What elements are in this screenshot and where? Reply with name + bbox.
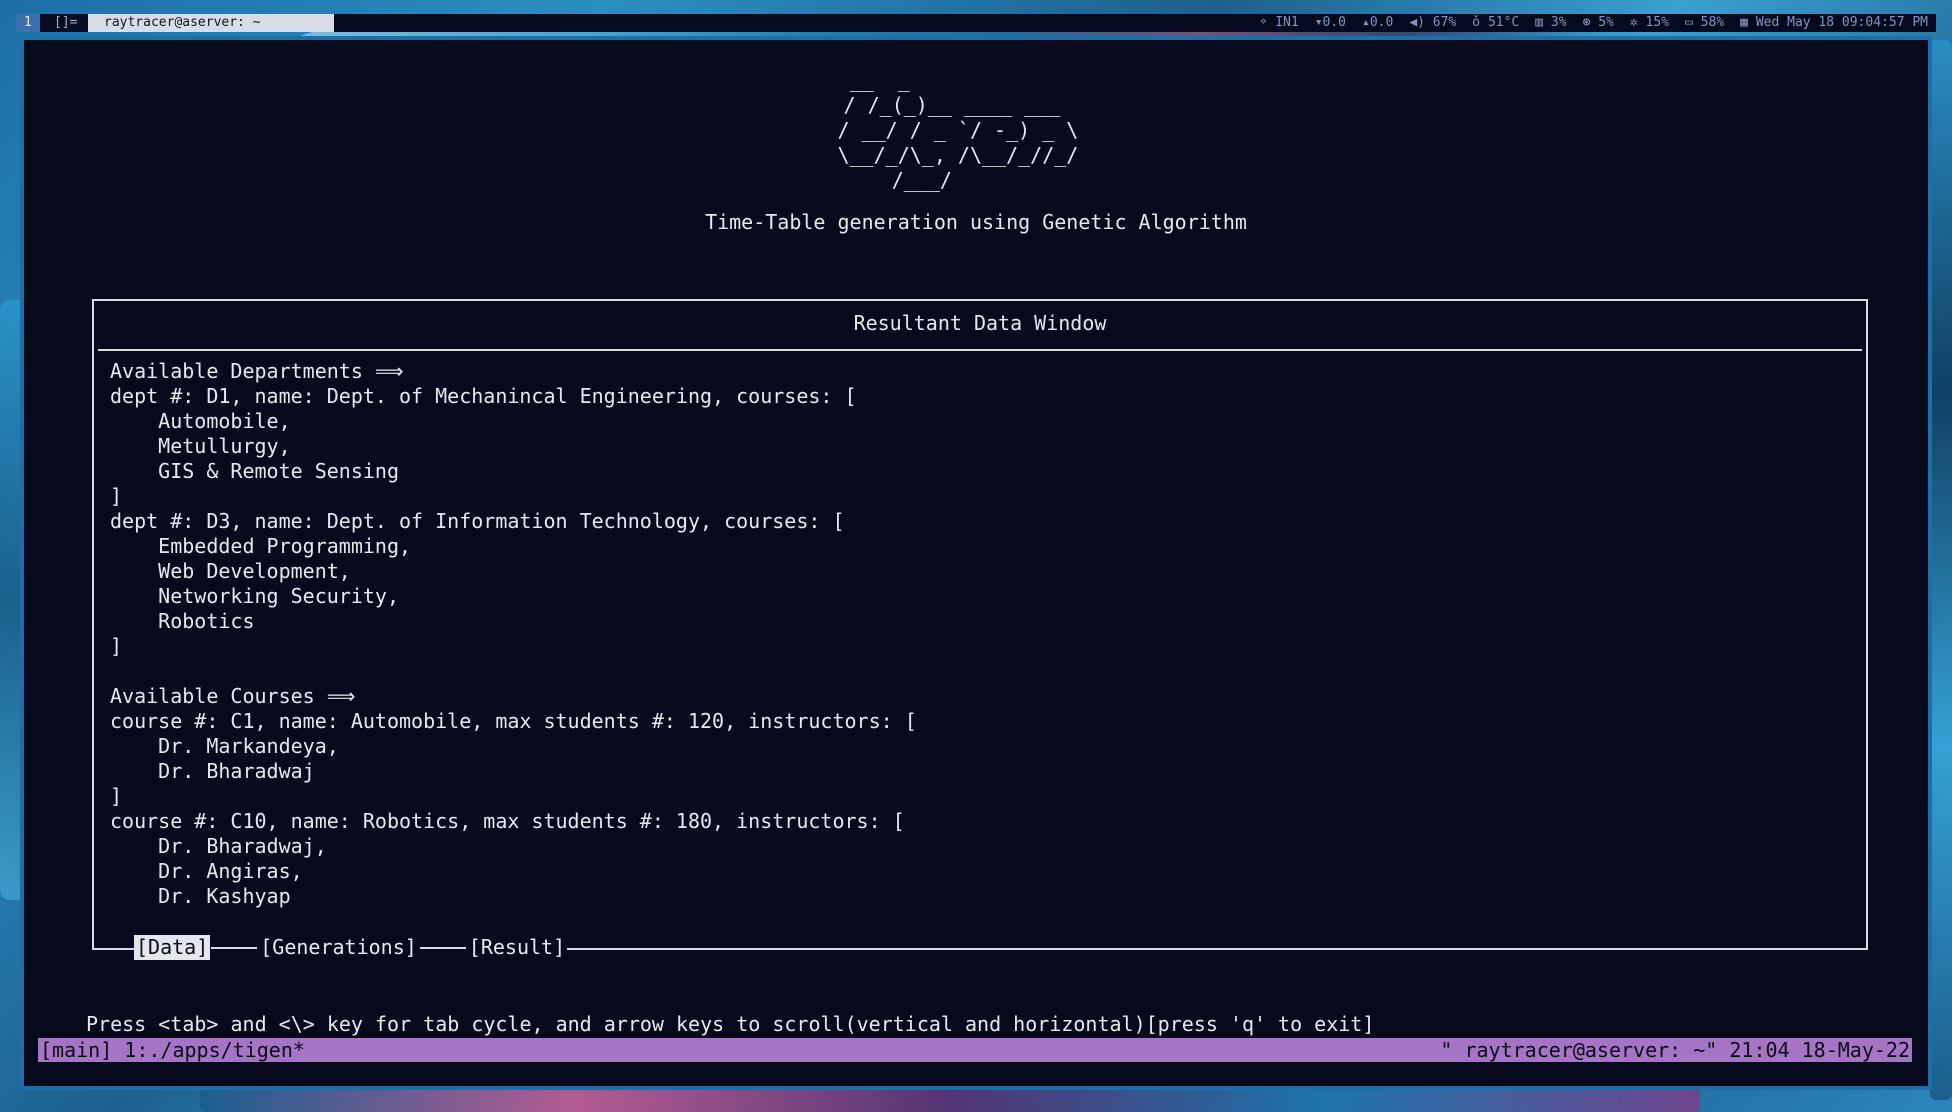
cpu-stat: ⊛ 5% xyxy=(1582,15,1614,30)
content-line: Dr. Bharadwaj, xyxy=(110,834,327,858)
tab-data[interactable]: [Data] xyxy=(134,935,211,960)
battery-stat: ▭ 58% xyxy=(1685,15,1725,30)
tab-generations[interactable]: [Generations] xyxy=(258,935,419,960)
content-line: Dr. Markandeya, xyxy=(110,734,339,758)
cpu-icon: ⊛ xyxy=(1582,15,1591,30)
system-stats: ⌔ IN1 ▾0.0 ▴0.0 ◀) 67% ǒ 51°C ▥ 3% ⊛ 5% … xyxy=(1260,14,1928,32)
data-content[interactable]: Available Departments ⟹ dept #: D1, name… xyxy=(110,359,1856,909)
window-title: raytracer@aserver: ~ xyxy=(88,14,334,32)
panel-divider xyxy=(98,349,1862,351)
content-line: ] xyxy=(110,784,123,808)
content-line: Available Courses ⟹ xyxy=(110,684,356,708)
content-line: ] xyxy=(110,634,123,658)
calendar-icon: ▦ xyxy=(1740,15,1748,30)
content-line: Embedded Programming, xyxy=(110,534,412,558)
gear-icon: ✲ xyxy=(1629,15,1638,30)
terminal-window[interactable]: __ _ / /_(_)__ ____ ___ / __/ / _ `/ -_)… xyxy=(24,40,1928,1086)
content-line: Metullurgy, xyxy=(110,434,291,458)
content-line: Web Development, xyxy=(110,559,351,583)
wallpaper-streak xyxy=(1930,40,1952,1100)
workspace-indicator[interactable]: 1 xyxy=(16,14,40,32)
memory-stat: ▥ 3% xyxy=(1535,15,1567,30)
content-line: course #: C1, name: Automobile, max stud… xyxy=(110,709,917,733)
app-subtitle: Time-Table generation using Genetic Algo… xyxy=(705,210,1247,234)
resultant-data-panel[interactable]: Resultant Data Window Available Departme… xyxy=(92,299,1868,960)
tab-result[interactable]: [Result] xyxy=(467,935,567,960)
tmux-status-bar: [main] 1:./apps/tigen* " raytracer@aserv… xyxy=(38,1038,1912,1062)
content-line: Networking Security, xyxy=(110,584,399,608)
layout-indicator[interactable]: []= xyxy=(46,14,85,32)
app-logo-ascii: __ _ / /_(_)__ ____ ___ / __/ / _ `/ -_)… xyxy=(837,68,1079,192)
panel-title: Resultant Data Window xyxy=(853,311,1107,335)
tmux-host-clock: " raytracer@aserver: ~" 21:04 18-May-22 xyxy=(1440,1038,1910,1062)
clock: ▦ Wed May 18 09:04:57 PM xyxy=(1740,15,1928,30)
download-stat: ▾0.0 xyxy=(1314,15,1346,30)
content-line: course #: C10, name: Robotics, max stude… xyxy=(110,809,905,833)
tab-separator xyxy=(211,946,258,949)
status-bar: 1 []= raytracer@aserver: ~ ⌔ IN1 ▾0.0 ▴0… xyxy=(16,14,1936,32)
content-line: Robotics xyxy=(110,609,255,633)
temperature-stat: ǒ 51°C xyxy=(1472,15,1520,30)
wifi-icon: ⌔ xyxy=(1259,15,1268,30)
content-line: dept #: D3, name: Dept. of Information T… xyxy=(110,509,845,533)
upload-stat: ▴0.0 xyxy=(1362,15,1394,30)
content-line: ] xyxy=(110,484,123,508)
content-line: Dr. Kashyap xyxy=(110,884,291,908)
content-line: GIS & Remote Sensing xyxy=(110,459,399,483)
battery-icon: ▭ xyxy=(1685,15,1693,30)
volume-icon: ◀) xyxy=(1409,15,1425,30)
wifi-stat: ⌔ IN1 xyxy=(1259,15,1299,30)
volume-stat: ◀) 67% xyxy=(1409,15,1457,30)
memory-icon: ▥ xyxy=(1535,15,1544,30)
content-line: dept #: D1, name: Dept. of Mechanincal E… xyxy=(110,384,857,408)
tab-separator xyxy=(419,946,466,949)
tmux-session-window[interactable]: [main] 1:./apps/tigen* xyxy=(40,1038,305,1062)
keyboard-hint: Press <tab> and <\> key for tab cycle, a… xyxy=(86,1012,1375,1036)
content-line: Dr. Bharadwaj xyxy=(110,759,315,783)
tab-bar: [Data] [Generations] [Result] xyxy=(134,935,568,960)
content-line: Dr. Angiras, xyxy=(110,859,303,883)
thermometer-icon: ǒ xyxy=(1472,15,1481,30)
content-line: Available Departments ⟹ xyxy=(110,359,404,383)
content-line: Automobile, xyxy=(110,409,291,433)
load-stat: ✲ 15% xyxy=(1629,15,1670,30)
